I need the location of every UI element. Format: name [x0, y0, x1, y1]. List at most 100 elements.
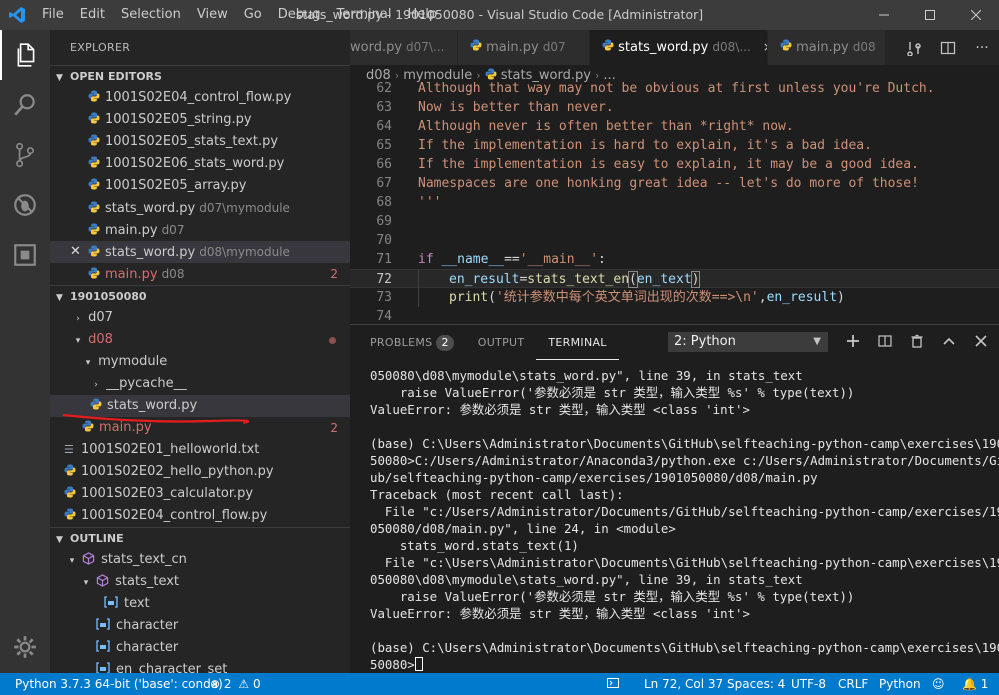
file-item[interactable]: 1001S02E02_hello_python.py: [50, 461, 350, 483]
workspace-header[interactable]: ▼ 1901050080: [50, 285, 350, 307]
open-editor-item[interactable]: stats_word.py d07\mymodule: [50, 197, 350, 219]
chevron-down-icon: ▼: [56, 535, 63, 545]
outline-item[interactable]: character: [50, 637, 350, 659]
more-actions-icon[interactable]: ···: [965, 30, 999, 65]
code-line: Although never is often better than *rig…: [418, 119, 794, 134]
file-item[interactable]: 1001S02E03_calculator.py: [50, 483, 350, 505]
file-item[interactable]: ☰ 1001S02E01_helloworld.txt: [50, 439, 350, 461]
menu-selection[interactable]: Selection: [113, 0, 189, 30]
outline-item-name: text: [124, 596, 150, 611]
tree-item-name: 1001S02E01_helloworld.txt: [81, 442, 260, 457]
line-number: 65: [376, 138, 392, 153]
chevron-down-icon: ▾: [69, 556, 75, 566]
terminal-select[interactable]: 2: Python ▼: [668, 332, 828, 352]
chevron-down-icon: ▼: [813, 336, 821, 347]
folder-item[interactable]: › __pycache__: [50, 373, 350, 395]
file-item[interactable]: 1001S02E04_control_flow.py: [50, 505, 350, 527]
trash-icon[interactable]: [905, 332, 929, 354]
maximize-icon[interactable]: [907, 0, 953, 30]
open-editor-item[interactable]: ✕ stats_word.py d08\mymodule: [50, 241, 350, 263]
new-terminal-icon[interactable]: [841, 332, 865, 354]
split-terminal-icon[interactable]: [873, 332, 897, 354]
outline-item[interactable]: en_character_set: [50, 659, 350, 673]
menu-help[interactable]: Help: [399, 0, 445, 30]
open-editor-item[interactable]: 1001S02E04_control_flow.py: [50, 87, 350, 109]
terminal-line: 050080/d08/main.py", line 24, in <module…: [370, 521, 676, 536]
open-editor-desc: d07\mymodule: [199, 201, 290, 215]
maximize-panel-icon[interactable]: [937, 332, 961, 354]
outline-list: ▾ stats_text_cn ▾ stats_texttext character…: [50, 549, 350, 673]
tab-stats-word-d08[interactable]: stats_word.pyd08\... ×: [590, 30, 768, 65]
language-mode[interactable]: Python: [879, 673, 921, 695]
method-icon: [82, 552, 95, 565]
folder-item[interactable]: ▾ d08: [50, 329, 350, 351]
tab-main-d08[interactable]: main.py d08: [768, 30, 886, 65]
menu-terminal[interactable]: Terminal: [329, 0, 400, 30]
folder-item[interactable]: › d07: [50, 307, 350, 329]
outline-item[interactable]: ▾ stats_text_cn: [50, 549, 350, 571]
open-editor-name: 1001S02E05_array.py: [105, 178, 247, 193]
open-editor-name: 1001S02E06_stats_word.py: [105, 156, 285, 171]
close-window-icon[interactable]: [953, 0, 999, 30]
outline-item[interactable]: ▾ stats_text: [50, 571, 350, 593]
minimize-icon[interactable]: [861, 0, 907, 30]
error-icon: ⊗: [210, 677, 221, 691]
tab-stats-word-d07[interactable]: word.py d07\...: [350, 30, 458, 65]
feedback-icon[interactable]: ☺: [932, 673, 945, 695]
tree-item-name: d07: [88, 310, 113, 325]
python-interpreter[interactable]: Python 3.7.3 64-bit ('base': conda): [15, 673, 223, 695]
folder-item[interactable]: ▾ mymodule: [50, 351, 350, 373]
open-editor-item[interactable]: 1001S02E05_string.py: [50, 109, 350, 131]
code-line: Although that way may not be obvious at …: [418, 81, 935, 96]
source-control-icon[interactable]: [0, 130, 50, 180]
variable-icon: [96, 662, 110, 673]
menu-edit[interactable]: Edit: [72, 0, 113, 30]
close-icon[interactable]: ✕: [70, 241, 81, 263]
outline-header[interactable]: ▼ OUTLINE: [50, 527, 350, 549]
menu-file[interactable]: File: [34, 0, 72, 30]
open-editor-item[interactable]: 1001S02E05_stats_text.py: [50, 131, 350, 153]
open-editor-item[interactable]: main.py d08 2: [50, 263, 350, 285]
open-editor-item[interactable]: 1001S02E06_stats_word.py: [50, 153, 350, 175]
tab-terminal[interactable]: TERMINAL: [536, 326, 619, 360]
outline-item[interactable]: character: [50, 615, 350, 637]
open-editor-item[interactable]: 1001S02E05_array.py: [50, 175, 350, 197]
tab-main-d07[interactable]: main.py d07: [458, 30, 590, 65]
python-file-icon: [88, 223, 100, 235]
outline-item[interactable]: text: [50, 593, 350, 615]
explorer-icon[interactable]: [0, 30, 50, 80]
menu-view[interactable]: View: [189, 0, 236, 30]
debug-icon[interactable]: [0, 180, 50, 230]
settings-gear-icon[interactable]: [0, 622, 50, 672]
notifications[interactable]: 🔔 1: [962, 673, 988, 695]
red-underline-annotation: [62, 413, 250, 425]
open-changes-icon[interactable]: [897, 30, 931, 65]
tab-problems[interactable]: PROBLEMS 2: [358, 325, 466, 360]
activity-bar: [0, 30, 50, 673]
terminal-line: 050080\d08\mymodule\stats_word.py", line…: [370, 368, 803, 383]
encoding[interactable]: UTF-8: [791, 673, 826, 695]
extensions-icon[interactable]: [0, 230, 50, 280]
code-line: Namespaces are one honking great idea --…: [418, 176, 919, 191]
search-icon[interactable]: [0, 80, 50, 130]
terminal-status-icon[interactable]: [607, 673, 619, 695]
menu-debug[interactable]: Debug: [270, 0, 329, 30]
split-editor-icon[interactable]: [931, 30, 965, 65]
code-editor[interactable]: 62 Although that way may not be obvious a…: [350, 80, 999, 325]
line-endings[interactable]: CRLF: [838, 673, 868, 695]
variable-icon: [104, 596, 118, 608]
tree-item-name: 1001S02E04_control_flow.py: [81, 508, 268, 523]
cursor-position[interactable]: Ln 72, Col 37: [644, 673, 723, 695]
indentation[interactable]: Spaces: 4: [727, 673, 785, 695]
terminal-prompt: 50080>: [370, 656, 995, 673]
tab-output[interactable]: OUTPUT: [466, 325, 537, 360]
problems-status[interactable]: ⊗ 2 ⚠ 0: [210, 673, 261, 695]
terminal-cursor: [414, 657, 423, 671]
terminal-output[interactable]: 050080\d08\mymodule\stats_word.py", line…: [370, 367, 999, 673]
editor-tab-bar: word.py d07\... main.py d07 stats_word.py d…: [350, 30, 999, 65]
menu-go[interactable]: Go: [236, 0, 270, 30]
open-editor-item[interactable]: main.py d07: [50, 219, 350, 241]
open-editors-header[interactable]: ▼ OPEN EDITORS: [50, 65, 350, 87]
close-panel-icon[interactable]: [969, 332, 993, 354]
